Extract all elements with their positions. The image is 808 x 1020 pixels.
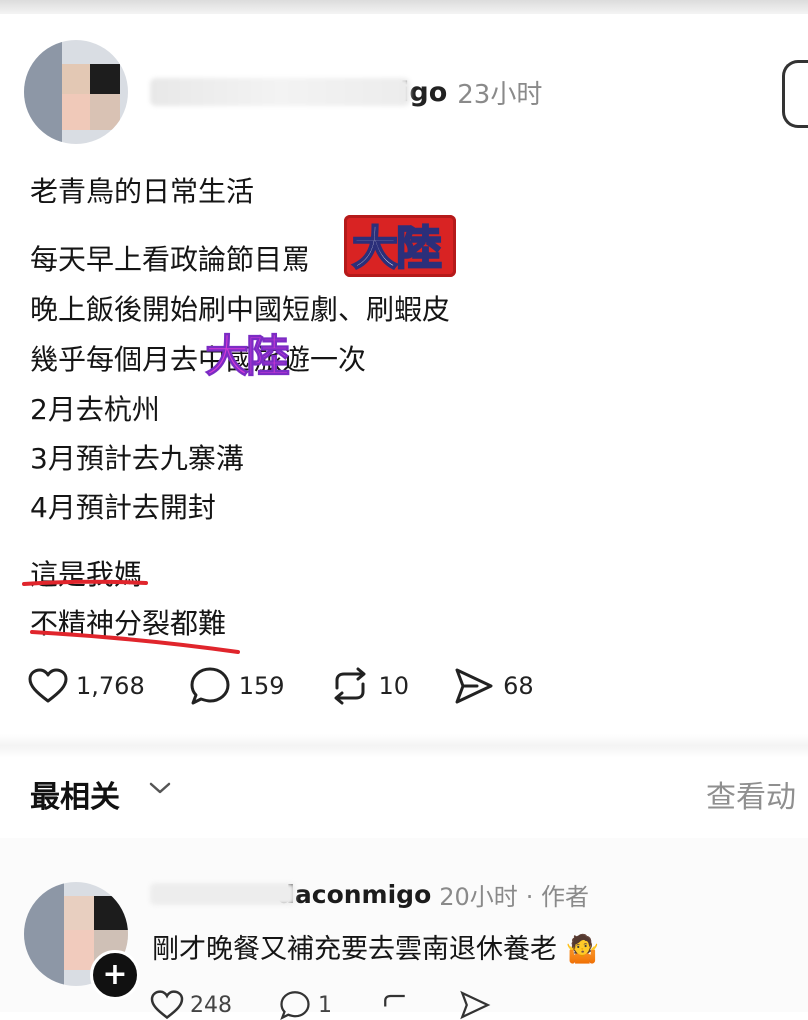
author-tag: · 作者 (525, 882, 590, 911)
avatar-mosaic-block (64, 896, 94, 930)
repost-icon (334, 667, 366, 705)
like-button[interactable]: 1,768 (28, 668, 145, 704)
repost-count: 10 (378, 672, 410, 700)
reply-like-count: 248 (190, 992, 232, 1018)
repost-button[interactable]: 10 (329, 666, 410, 706)
author-name-redacted (150, 78, 410, 106)
repost-icon[interactable] (378, 990, 412, 1020)
post-line: 4月預計去開封 (30, 491, 216, 524)
red-underline-mark (30, 630, 240, 654)
reply-header: daconmigo 20小时 · 作者 (150, 876, 589, 912)
heart-icon (28, 668, 68, 703)
reply-text: 剛才晚餐又補充要去雲南退休養老 🤷 (152, 927, 599, 966)
post-line: 幾乎每個月去中國旅遊一次 (30, 343, 367, 376)
view-activity-link[interactable]: 查看动 (706, 772, 796, 816)
like-count: 1,768 (76, 672, 145, 700)
section-divider (0, 734, 808, 758)
comment-bubble-icon (190, 667, 230, 705)
post-actions: 1,768 159 10 68 (28, 664, 578, 708)
avatar-mosaic-block (90, 64, 120, 94)
reply-body: 剛才晚餐又補充要去雲南退休養老 (152, 934, 557, 965)
comment-bubble-icon[interactable] (278, 990, 312, 1020)
post-line: 3月預計去九寨溝 (30, 442, 244, 475)
sticker-pink-label: 大陸 (205, 331, 291, 383)
post-line: 2月去杭州 (30, 393, 160, 426)
post-time: 23小时 (457, 79, 543, 110)
reply-author-handle[interactable]: daconmigo (277, 880, 431, 909)
avatar-mosaic-block (94, 896, 128, 930)
post-header: migo 23小时 (150, 72, 542, 112)
send-icon[interactable] (458, 990, 492, 1020)
avatar-mosaic-block (62, 64, 90, 94)
sticker-red-label: 大陸 (351, 220, 443, 276)
more-options-button[interactable] (782, 60, 808, 128)
author-avatar[interactable] (24, 40, 128, 144)
avatar-mosaic-block (62, 94, 90, 130)
heart-icon[interactable] (150, 990, 184, 1020)
red-underline-mark (22, 579, 148, 586)
shrug-emoji: 🤷 (565, 934, 600, 965)
reply-time: 20小时 (439, 882, 518, 911)
comment-count: 159 (238, 672, 285, 700)
sort-dropdown-label[interactable]: 最相关 (30, 772, 120, 816)
post-line: 每天早上看政論節目罵 (30, 243, 311, 276)
reply-name-redacted (150, 883, 295, 905)
avatar-mosaic-block (24, 882, 64, 986)
comment-button[interactable]: 159 (189, 666, 285, 706)
follow-plus-button[interactable]: + (90, 950, 140, 1000)
send-icon (455, 668, 493, 704)
avatar-mosaic-block (24, 40, 62, 144)
avatar-mosaic-block (90, 94, 120, 130)
share-count: 68 (503, 672, 534, 700)
chevron-down-icon[interactable] (148, 780, 172, 796)
top-strip (0, 0, 808, 14)
avatar-mosaic-block (64, 930, 94, 970)
share-button[interactable]: 68 (453, 666, 534, 706)
reply-comment-count: 1 (318, 992, 332, 1018)
post-line-title: 老青鳥的日常生活 (30, 175, 255, 208)
reply-actions: 248 1 (150, 990, 492, 1020)
